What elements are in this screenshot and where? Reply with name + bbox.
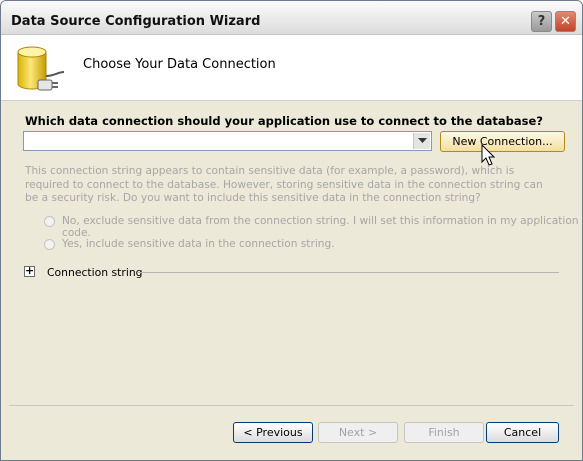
expand-connection-string-button[interactable]: + (24, 265, 35, 277)
wizard-window: Data Source Configuration Wizard ? ✕ Cho… (0, 0, 583, 461)
finish-button[interactable]: Finish (404, 422, 484, 443)
exclude-sensitive-radio[interactable] (44, 216, 55, 227)
wizard-header: Choose Your Data Connection (1, 35, 582, 101)
include-sensitive-radio[interactable] (44, 239, 55, 250)
connection-string-label: Connection string (47, 266, 143, 279)
dropdown-arrow-button[interactable] (413, 133, 430, 149)
cancel-button[interactable]: Cancel (486, 422, 559, 443)
title-bar[interactable]: Data Source Configuration Wizard ? ✕ (1, 1, 582, 35)
previous-button[interactable]: < Previous (233, 422, 313, 443)
data-connection-dropdown[interactable] (23, 131, 432, 151)
footer-divider (9, 405, 574, 406)
connection-string-divider (138, 272, 559, 273)
page-title: Choose Your Data Connection (83, 57, 276, 72)
new-connection-button[interactable]: New Connection... (440, 131, 565, 152)
include-sensitive-label: Yes, include sensitive data in the conne… (62, 238, 335, 250)
exclude-sensitive-label: No, exclude sensitive data from the conn… (62, 215, 579, 239)
connection-question: Which data connection should your applic… (25, 114, 543, 128)
chevron-down-icon (417, 138, 427, 143)
help-button[interactable]: ? (531, 11, 552, 32)
window-title: Data Source Configuration Wizard (11, 14, 261, 29)
sensitive-data-description: This connection string appears to contai… (25, 165, 543, 204)
database-connection-icon (17, 46, 65, 91)
next-button[interactable]: Next > (318, 422, 398, 443)
close-button[interactable]: ✕ (555, 11, 576, 32)
